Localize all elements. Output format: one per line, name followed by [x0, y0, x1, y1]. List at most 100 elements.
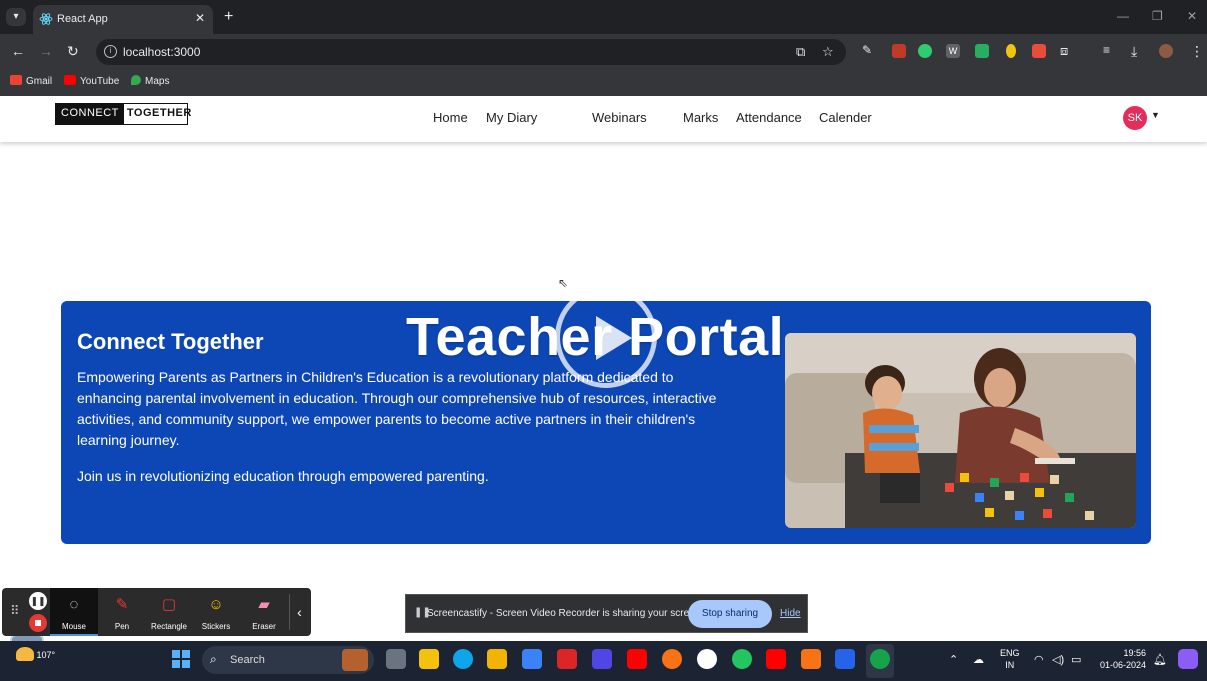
cloud-icon[interactable]: ☁ [973, 653, 984, 666]
browser-tab[interactable]: React App ✕ [33, 5, 213, 34]
forward-icon[interactable]: → [39, 43, 53, 59]
extension-w-icon[interactable]: W [946, 44, 960, 58]
reload-icon[interactable]: ↻ [67, 43, 79, 60]
battery-icon[interactable]: ▭ [1071, 653, 1081, 666]
address-bar[interactable]: i localhost:3000 ⧉ ☆ [96, 39, 846, 65]
caret-down-icon[interactable]: ▼ [1151, 110, 1160, 120]
download-icon[interactable]: ⤓ [1131, 43, 1137, 60]
sticker-smiley-icon: ☺ [208, 596, 224, 613]
window-close-icon[interactable]: ✕ [1187, 9, 1197, 23]
rectangle-icon: ▢ [161, 596, 177, 613]
nav-attendance[interactable]: Attendance [736, 110, 802, 125]
app-circle-icon[interactable] [697, 649, 717, 669]
nav-my-diary[interactable]: My Diary [486, 110, 537, 125]
bookmarks-bar: Gmail YouTube Maps [0, 70, 1207, 96]
eyedropper-icon[interactable]: ✎ [862, 43, 872, 57]
taskbar-search[interactable]: ⌕ Search [202, 646, 374, 674]
youtube-app-2-icon[interactable] [766, 649, 786, 669]
bookmark-maps[interactable]: Maps [131, 75, 169, 87]
nav-home[interactable]: Home [433, 110, 468, 125]
tool-rectangle[interactable]: ▢ Rectangle [145, 588, 193, 636]
new-tab-icon[interactable]: + [224, 8, 233, 26]
play-icon [596, 316, 632, 360]
notification-bell-icon[interactable]: 🔔︎ [1153, 653, 1167, 666]
task-view-icon[interactable] [386, 649, 406, 669]
start-button[interactable] [172, 650, 190, 668]
youtube-app-icon[interactable] [627, 649, 647, 669]
restore-icon[interactable]: ❐ [1152, 9, 1163, 23]
site-info-icon[interactable]: i [104, 45, 117, 58]
language-indicator[interactable]: ENG IN [1000, 647, 1020, 671]
volume-icon[interactable]: ◁) [1052, 653, 1064, 666]
share-message: Screencastify - Screen Video Recorder is… [427, 608, 704, 619]
windows-taskbar: 107° ⌕ Search ⌃ ☁ ENG IN ◠ ◁) ▭ 19:56 01… [0, 641, 1207, 681]
drag-handle-icon[interactable]: ⠿ [10, 603, 20, 619]
react-icon [39, 13, 53, 25]
minimize-icon[interactable]: — [1117, 9, 1129, 23]
tool-eraser[interactable]: ▰ Eraser [240, 588, 288, 636]
vscode-icon[interactable] [835, 649, 855, 669]
hero-photo [785, 333, 1136, 528]
search-highlight-icon [342, 649, 368, 671]
bookmark-gmail[interactable]: Gmail [10, 75, 52, 87]
tray-chevron-icon[interactable]: ⌃ [949, 653, 958, 666]
hide-share-bar-link[interactable]: Hide [780, 608, 801, 619]
extension-screencastify-icon[interactable] [1032, 44, 1046, 58]
site-logo[interactable]: CONNECT TOGETHER [55, 103, 191, 125]
copilot-icon[interactable] [1178, 649, 1198, 669]
tool-pen[interactable]: ✎ Pen [98, 588, 146, 636]
wifi-icon[interactable]: ◠ [1034, 653, 1044, 666]
widgets-icon[interactable] [419, 649, 439, 669]
pause-recording-button[interactable]: ❚❚ [29, 592, 47, 610]
app-purple-icon[interactable] [592, 649, 612, 669]
weather-icon [16, 647, 34, 661]
tool-stickers[interactable]: ☺ Stickers [192, 588, 240, 636]
app-orange-icon[interactable] [662, 649, 682, 669]
extension-yellow-icon[interactable] [1006, 44, 1016, 58]
chrome-icon[interactable] [870, 649, 890, 669]
browser-toolbar: ← → ↻ i localhost:3000 ⧉ ☆ ✎ W ⧈ ≡ ⤓ ⋮ [0, 34, 1207, 70]
youtube-icon [64, 75, 76, 85]
site-navbar: CONNECT TOGETHER Home My Diary Webinars … [0, 96, 1207, 142]
tab-search-button[interactable]: ▾ [6, 8, 26, 26]
play-button[interactable] [555, 286, 657, 388]
mcafee-icon[interactable] [557, 649, 577, 669]
nav-marks[interactable]: Marks [683, 110, 718, 125]
mouse-icon: ◌ [69, 596, 79, 613]
profile-avatar-icon[interactable] [1159, 44, 1173, 58]
collapse-toolbar-icon[interactable]: ‹ [289, 594, 309, 630]
stop-sharing-button[interactable]: Stop sharing [688, 600, 772, 628]
bookmark-star-icon[interactable]: ☆ [822, 44, 834, 60]
pen-icon: ✎ [115, 596, 129, 613]
edge-icon[interactable] [453, 649, 473, 669]
nav-webinars[interactable]: Webinars [592, 110, 647, 125]
url-text: localhost:3000 [123, 45, 201, 59]
media-controls-icon[interactable]: ≡ [1103, 43, 1110, 57]
back-icon[interactable]: ← [11, 43, 25, 59]
bookmark-youtube[interactable]: YouTube [64, 75, 119, 87]
hero-description: Empowering Parents as Partners in Childr… [77, 369, 717, 448]
gmail-icon [10, 75, 22, 85]
stop-recording-button[interactable] [29, 614, 47, 632]
mouse-cursor-icon: ⇖ [558, 276, 569, 290]
extension-android-icon[interactable] [975, 44, 989, 58]
browser-menu-icon[interactable]: ⋮ [1190, 43, 1204, 60]
extensions-puzzle-icon[interactable]: ⧈ [1060, 43, 1068, 59]
close-tab-icon[interactable]: ✕ [195, 11, 205, 25]
chrome-profile-icon[interactable] [732, 649, 752, 669]
maps-icon [131, 75, 141, 85]
extension-red-icon[interactable] [892, 44, 906, 58]
brave-icon[interactable] [801, 649, 821, 669]
eraser-icon: ▰ [258, 596, 270, 613]
system-clock[interactable]: 19:56 01-06-2024 [1096, 647, 1146, 671]
file-explorer-icon[interactable] [487, 649, 507, 669]
hero-join-text: Join us in revolutionizing education thr… [77, 468, 489, 484]
tool-mouse[interactable]: ◌ Mouse [50, 588, 98, 636]
weather-widget[interactable]: 107° [16, 647, 55, 661]
cast-icon[interactable]: ⧉ [796, 44, 805, 60]
store-icon[interactable] [522, 649, 542, 669]
user-avatar[interactable]: SK [1123, 106, 1147, 130]
nav-calender[interactable]: Calender [819, 110, 872, 125]
recorder-drawing-toolbar: ⠿ ❚❚ ◌ Mouse ✎ Pen ▢ Rectangle ☺ Sticker… [2, 588, 311, 636]
extension-green-icon[interactable] [918, 44, 932, 58]
